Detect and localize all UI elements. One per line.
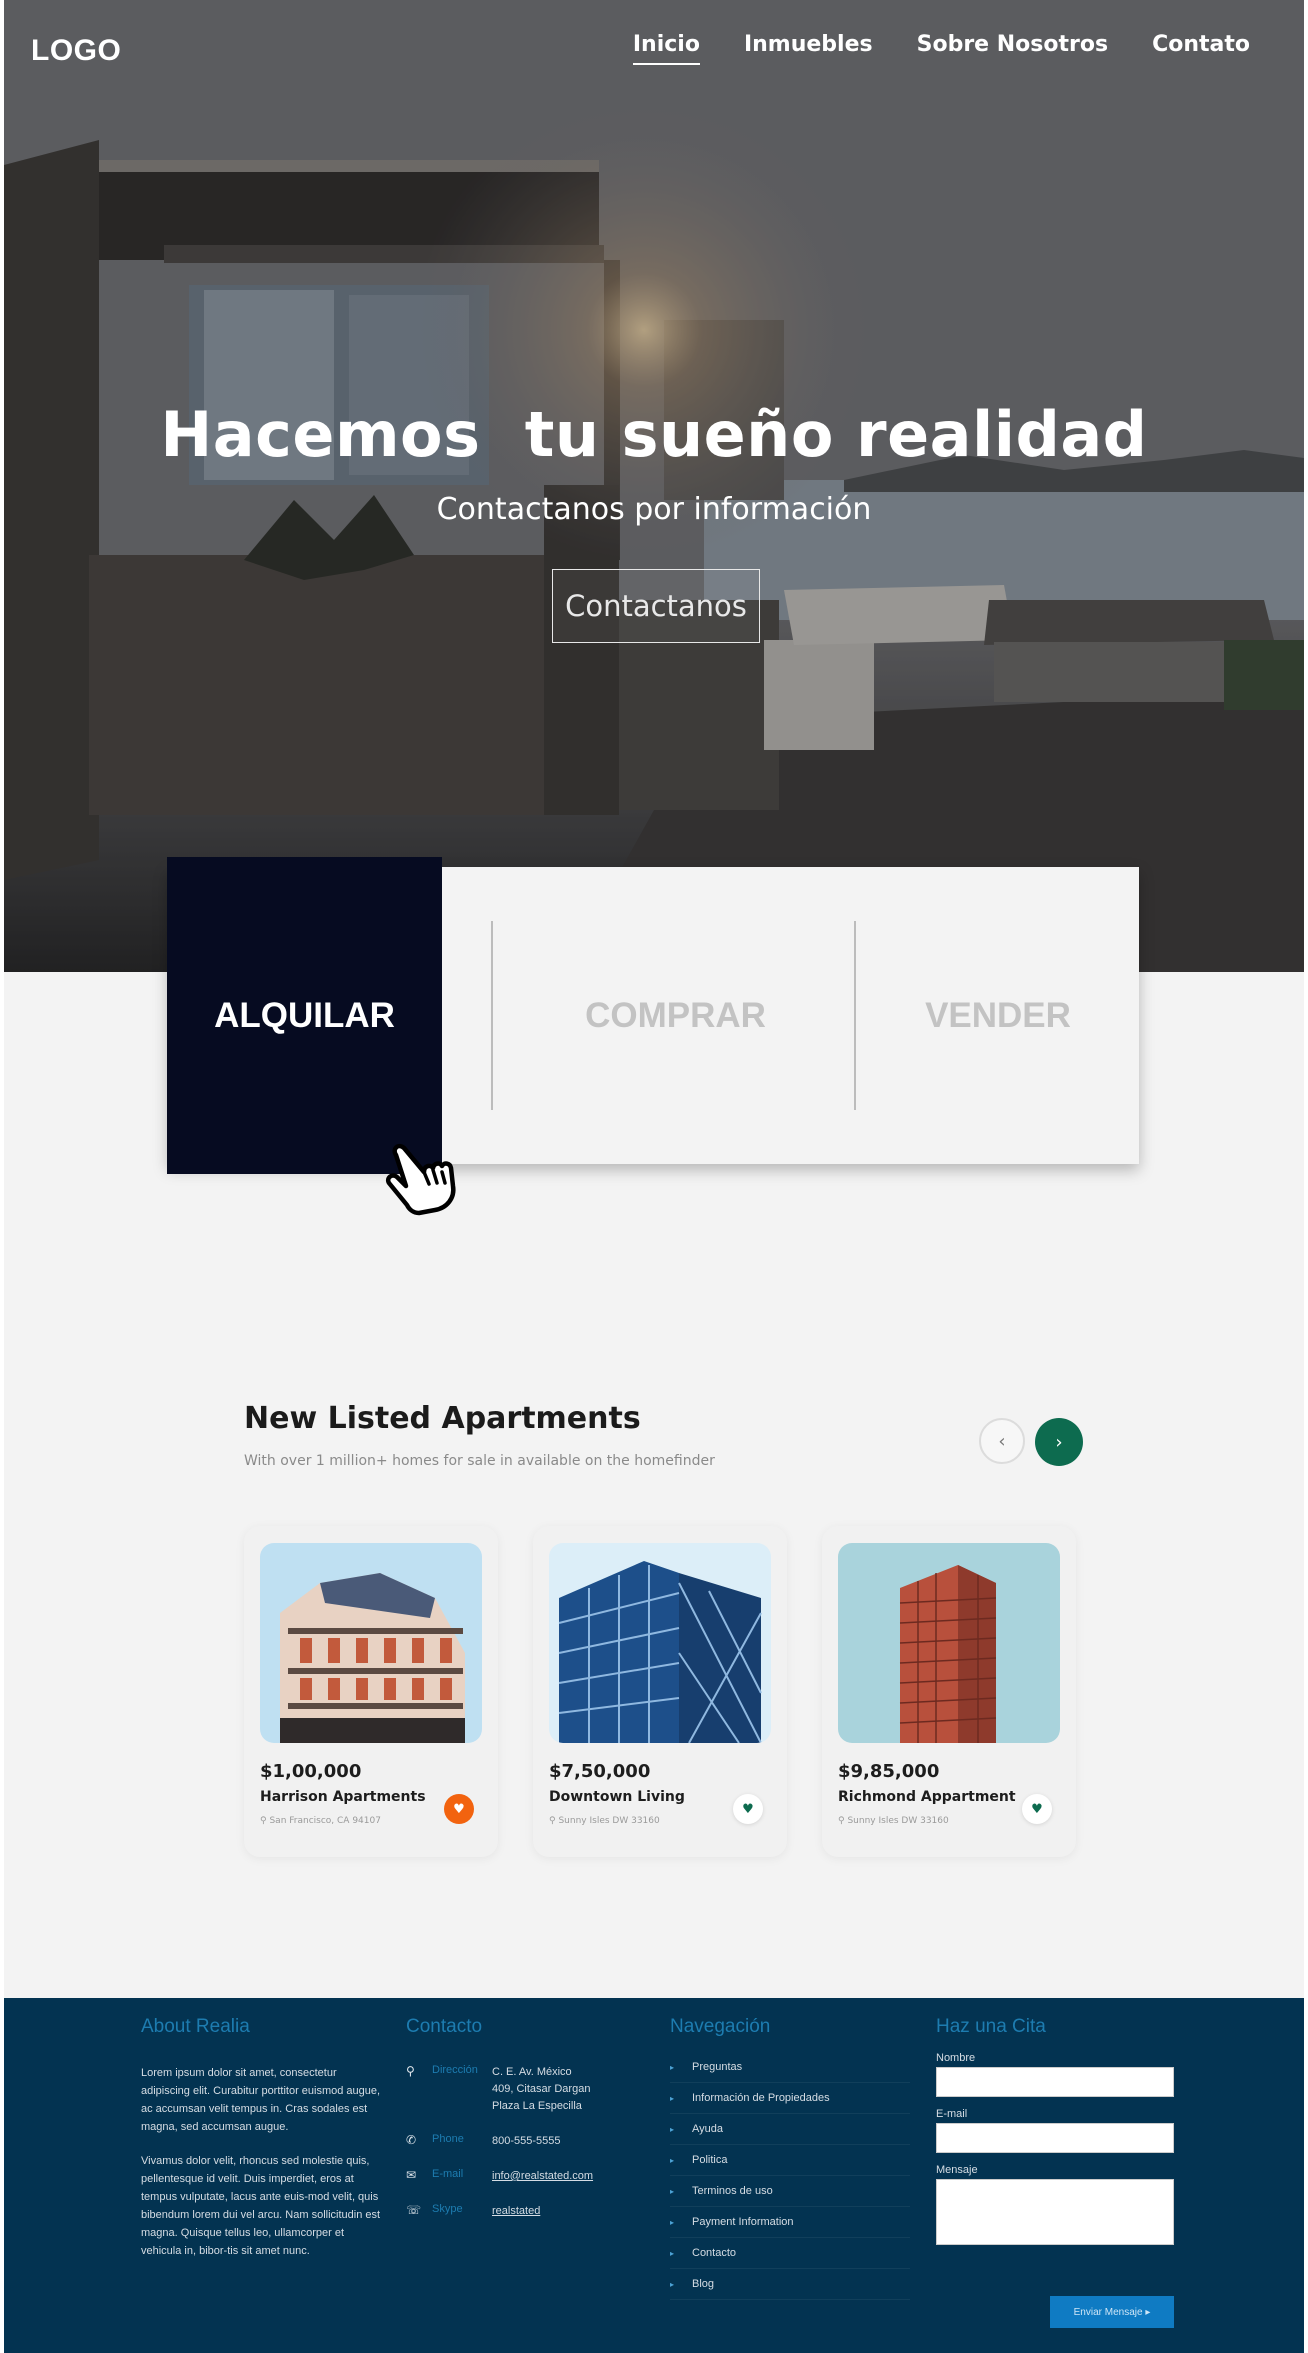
tab-divider	[491, 921, 493, 1110]
message-textarea[interactable]	[936, 2179, 1174, 2245]
listing-card[interactable]: $1,00,000 Harrison Apartments ⚲ San Fran…	[244, 1526, 498, 1857]
nav-link-sobre-nosotros[interactable]: Sobre Nosotros	[917, 32, 1108, 65]
phone-icon: ✆	[406, 2133, 417, 2147]
nav-link-inmuebles[interactable]: Inmuebles	[744, 32, 873, 65]
nav-link-contato[interactable]: Contato	[1152, 32, 1250, 65]
name-label: Nombre	[936, 2052, 976, 2064]
bullet-icon: ▸	[670, 2155, 675, 2165]
map-pin-icon: ⚲	[838, 1816, 845, 1826]
hand-pointer-icon	[386, 1143, 456, 1216]
contact-email: ✉ E-mail info@realstated.com	[406, 2168, 594, 2182]
main-nav: Inicio Inmuebles Sobre Nosotros Contato	[589, 32, 1250, 65]
footer-nav-item[interactable]: ▸ Ayuda	[670, 2114, 910, 2145]
favorite-button[interactable]: ♥	[733, 1794, 763, 1824]
carousel-next-button[interactable]: ›	[1035, 1418, 1083, 1466]
listing-image	[838, 1543, 1060, 1743]
listing-card[interactable]: $7,50,000 Downtown Living ⚲ Sunny Isles …	[533, 1526, 787, 1857]
listing-name: Richmond Appartment	[838, 1789, 1016, 1805]
email-label: E-mail	[936, 2108, 968, 2120]
contact-address: ⚲ Dirección C. E. Av. México 409, Citasa…	[406, 2064, 591, 2112]
tab-alquilar[interactable]: ALQUILAR	[167, 857, 442, 1174]
name-input[interactable]	[936, 2067, 1174, 2097]
contact-skype: ☏ Skype realstated	[406, 2203, 541, 2217]
envelope-icon: ✉	[406, 2168, 417, 2182]
footer-nav-item[interactable]: ▸ Blog	[670, 2269, 910, 2300]
footer-contact-heading: Contacto	[406, 2016, 483, 2037]
bullet-icon: ▸	[670, 2062, 675, 2072]
bullet-icon: ▸	[670, 2248, 675, 2258]
heart-icon: ♥	[1031, 1801, 1043, 1817]
footer-contact: Contacto ⚲ Dirección C. E. Av. México 40…	[406, 2016, 593, 2238]
logo[interactable]: LOGO	[31, 34, 121, 68]
hero-subtitle: Contactanos por información	[436, 492, 872, 527]
contact-phone: ✆ Phone 800-555-5555	[406, 2133, 561, 2147]
listing-location: ⚲ San Francisco, CA 94107	[260, 1816, 381, 1826]
footer-nav-item[interactable]: ▸ Politica	[670, 2145, 910, 2176]
footer-nav-item[interactable]: ▸ Preguntas	[670, 2052, 910, 2083]
map-pin-icon: ⚲	[260, 1816, 267, 1826]
footer-nav-item[interactable]: ▸ Terminos de uso	[670, 2176, 910, 2207]
send-message-button[interactable]: Enviar Mensaje ▸	[1050, 2296, 1174, 2328]
footer-nav-heading: Navegación	[670, 2016, 771, 2037]
listing-location: ⚲ Sunny Isles DW 33160	[549, 1816, 660, 1826]
contact-button[interactable]: Contactanos	[552, 569, 760, 643]
footer-about-text: Vivamus dolor velit, rhoncus sed molesti…	[141, 2155, 381, 2257]
tab-vender[interactable]: VENDER	[857, 867, 1139, 1164]
footer-nav-item[interactable]: ▸ Contacto	[670, 2238, 910, 2269]
nav-link-inicio[interactable]: Inicio	[632, 32, 700, 65]
bullet-icon: ▸	[670, 2217, 675, 2227]
footer-about-text: Lorem ipsum dolor sit amet, consectetur …	[141, 2067, 381, 2133]
heart-icon: ♥	[453, 1801, 465, 1817]
hero-title: Hacemos tu sueño realidad	[160, 398, 1148, 471]
footer-about-heading: About Realia	[141, 2016, 250, 2037]
listing-image	[549, 1543, 771, 1743]
footer-nav-item[interactable]: ▸ Información de Propiedades	[670, 2083, 910, 2114]
listing-name: Harrison Apartments	[260, 1789, 426, 1805]
tab-comprar[interactable]: COMPRAR	[494, 867, 857, 1164]
skype-icon: ☏	[406, 2203, 422, 2217]
footer-appointment-heading: Haz una Cita	[936, 2016, 1046, 2037]
bullet-icon: ▸	[670, 2279, 675, 2289]
listing-name: Downtown Living	[549, 1789, 685, 1805]
listing-price: $9,85,000	[838, 1761, 940, 1782]
footer-appointment-form: Haz una Cita Nombre E-mail Mensaje	[936, 2016, 1174, 2249]
map-pin-icon: ⚲	[406, 2064, 415, 2078]
tab-divider	[854, 921, 856, 1110]
favorite-button[interactable]: ♥	[1022, 1794, 1052, 1824]
listing-price: $7,50,000	[549, 1761, 651, 1782]
footer-nav-item[interactable]: ▸ Payment Information	[670, 2207, 910, 2238]
listings-title: New Listed Apartments	[244, 1401, 641, 1436]
footer: About Realia Lorem ipsum dolor sit amet,…	[4, 1998, 1304, 2353]
chevron-left-icon: ‹	[998, 1430, 1006, 1452]
hero-overlay	[4, 0, 1304, 972]
favorite-button[interactable]: ♥	[444, 1794, 474, 1824]
listing-image	[260, 1543, 482, 1743]
map-pin-icon: ⚲	[549, 1816, 556, 1826]
heart-icon: ♥	[742, 1801, 754, 1817]
page: LOGO Inicio Inmuebles Sobre Nosotros Con…	[4, 0, 1304, 2353]
chevron-right-icon: ›	[1055, 1431, 1063, 1453]
listing-price: $1,00,000	[260, 1761, 362, 1782]
listing-location: ⚲ Sunny Isles DW 33160	[838, 1816, 949, 1826]
footer-about: About Realia Lorem ipsum dolor sit amet,…	[141, 2016, 381, 2276]
carousel-prev-button[interactable]: ‹	[979, 1418, 1025, 1464]
bullet-icon: ▸	[670, 2186, 675, 2196]
footer-navigation: Navegación ▸ Preguntas ▸ Información de Pr…	[670, 2016, 910, 2300]
message-label: Mensaje	[936, 2164, 978, 2176]
hero-section: LOGO Inicio Inmuebles Sobre Nosotros Con…	[4, 0, 1304, 972]
bullet-icon: ▸	[670, 2093, 675, 2103]
listings-subtitle: With over 1 million+ homes for sale in a…	[244, 1453, 715, 1469]
email-input[interactable]	[936, 2123, 1174, 2153]
bullet-icon: ▸	[670, 2124, 675, 2134]
listing-card[interactable]: $9,85,000 Richmond Appartment ⚲ Sunny Is…	[822, 1526, 1076, 1857]
